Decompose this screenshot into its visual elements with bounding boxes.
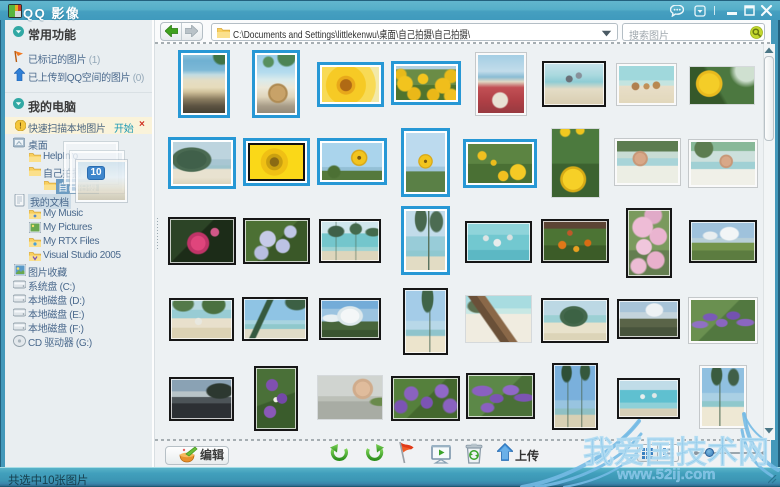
svg-text:!: ! [19,121,22,130]
svg-text:我爱国技术网: 我爱国技术网 [583,435,769,470]
svg-text:www.52ij.com: www.52ij.com [616,466,716,483]
